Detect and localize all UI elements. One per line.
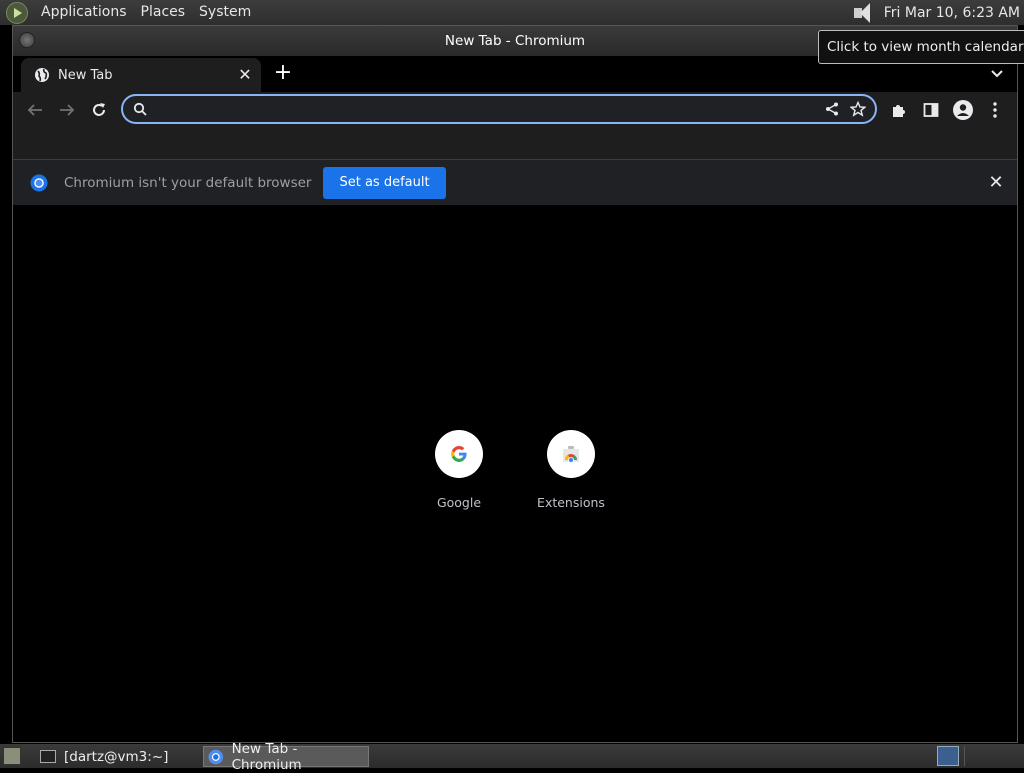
menu-system[interactable]: System <box>192 0 258 25</box>
shortcut-google[interactable]: Google <box>409 430 509 510</box>
puzzle-icon <box>893 105 905 117</box>
google-icon <box>451 446 467 462</box>
back-button[interactable] <box>22 97 48 123</box>
taskbar-item-label: [dartz@vm3:~] <box>64 748 169 765</box>
browser-window: New Tab - Chromium New Tab ✕ + Chromium … <box>12 25 1018 743</box>
tab-search-chevron-icon[interactable] <box>987 64 1007 84</box>
top-panel: Applications Places System Fri Mar 10, 6… <box>0 0 1024 25</box>
shortcut-label: Google <box>436 495 482 510</box>
new-tab-page: Google Extensions <box>13 205 1017 742</box>
avatar-icon <box>953 100 973 120</box>
menu-places[interactable]: Places <box>134 0 193 25</box>
reload-button[interactable] <box>86 97 112 123</box>
workspace-switcher-2[interactable] <box>964 746 986 766</box>
toolbar <box>13 92 1017 128</box>
profile-button[interactable] <box>950 97 976 123</box>
default-browser-infobar: Chromium isn't your default browser Set … <box>13 160 1017 206</box>
omnibox[interactable] <box>121 94 877 124</box>
tab-label: New Tab <box>58 67 113 83</box>
window-menu-icon[interactable] <box>19 32 35 48</box>
infobar-message: Chromium isn't your default browser <box>64 174 312 191</box>
bottom-panel: [dartz@vm3:~] New Tab - Chromium <box>0 741 1024 773</box>
calendar-tooltip: Click to view month calendar <box>818 30 1024 64</box>
address-input[interactable] <box>153 97 819 121</box>
terminal-icon <box>40 750 56 763</box>
side-panel-button[interactable] <box>918 97 944 123</box>
share-icon[interactable] <box>819 96 845 122</box>
chromium-icon <box>30 174 48 191</box>
menu-button[interactable] <box>982 97 1008 123</box>
extensions-button[interactable] <box>886 97 912 123</box>
workspace-switcher-1[interactable] <box>937 746 959 766</box>
shortcut-icon-container <box>435 430 483 478</box>
show-desktop-icon[interactable] <box>3 747 21 765</box>
taskbar-item-terminal[interactable]: [dartz@vm3:~] <box>36 746 196 767</box>
gnome-foot-icon[interactable] <box>6 1 28 24</box>
side-panel-icon <box>923 103 939 117</box>
set-as-default-button[interactable]: Set as default <box>323 166 446 199</box>
shortcut-icon-container <box>547 430 595 478</box>
bookmarks-bar <box>13 128 1017 160</box>
panel-tray: Fri Mar 10, 6:23 AM <box>850 2 1024 24</box>
tab-close-icon[interactable]: ✕ <box>233 63 257 87</box>
clock[interactable]: Fri Mar 10, 6:23 AM <box>884 5 1020 21</box>
tab-new-tab[interactable]: New Tab ✕ <box>21 58 261 92</box>
taskbar-item-chromium[interactable]: New Tab - Chromium <box>203 741 369 773</box>
search-icon <box>127 96 153 122</box>
bookmark-star-icon[interactable] <box>845 96 871 122</box>
chromium-icon <box>208 749 224 764</box>
speaker-icon[interactable] <box>850 2 876 24</box>
chrome-web-store-icon <box>563 446 579 463</box>
arrow-right-icon <box>60 104 75 116</box>
shortcut-extensions[interactable]: Extensions <box>521 430 621 510</box>
forward-button[interactable] <box>54 97 80 123</box>
globe-icon <box>35 68 49 82</box>
reload-icon <box>93 103 105 116</box>
window-title: New Tab - Chromium <box>444 33 586 49</box>
new-tab-button[interactable]: + <box>271 62 295 86</box>
arrow-left-icon <box>27 104 42 116</box>
shortcut-label: Extensions <box>537 495 605 510</box>
menu-applications[interactable]: Applications <box>34 0 134 25</box>
kebab-menu-icon <box>993 102 997 118</box>
infobar-close-icon[interactable]: ✕ <box>987 174 1005 192</box>
